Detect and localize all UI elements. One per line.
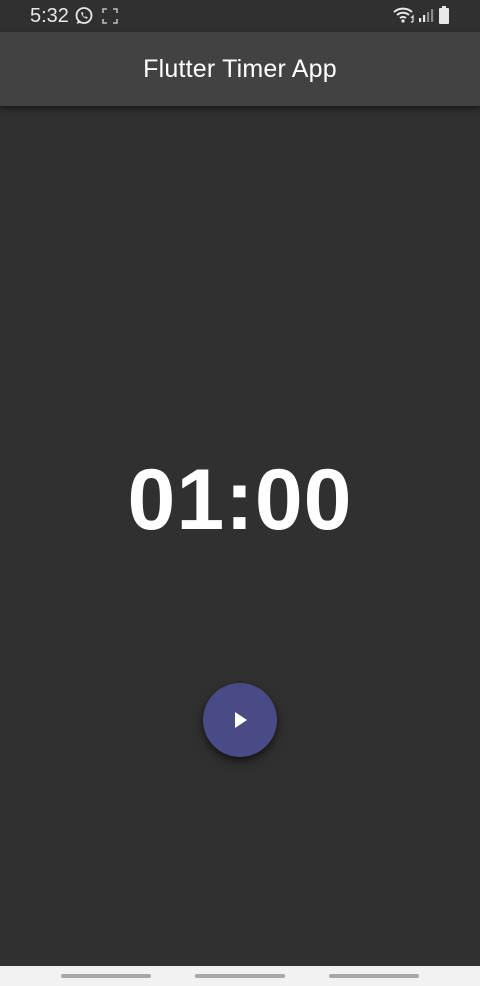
timer-display: 01:00	[127, 452, 353, 548]
battery-icon	[439, 6, 449, 24]
signal-icon	[419, 9, 434, 22]
recent-apps-pill[interactable]	[61, 974, 151, 978]
app-title: Flutter Timer App	[143, 54, 337, 83]
status-bar: 5:32	[0, 0, 480, 32]
status-time: 5:32	[30, 5, 69, 27]
system-navigation-bar	[0, 966, 480, 986]
back-pill[interactable]	[329, 974, 419, 978]
wifi-icon	[393, 7, 414, 23]
timer-screen: 01:00	[0, 106, 480, 966]
app-bar: Flutter Timer App	[0, 32, 480, 106]
screenshot-icon	[102, 8, 118, 24]
home-pill[interactable]	[195, 974, 285, 978]
whatsapp-icon	[75, 7, 93, 24]
play-icon	[235, 712, 247, 728]
play-button[interactable]	[203, 683, 277, 757]
